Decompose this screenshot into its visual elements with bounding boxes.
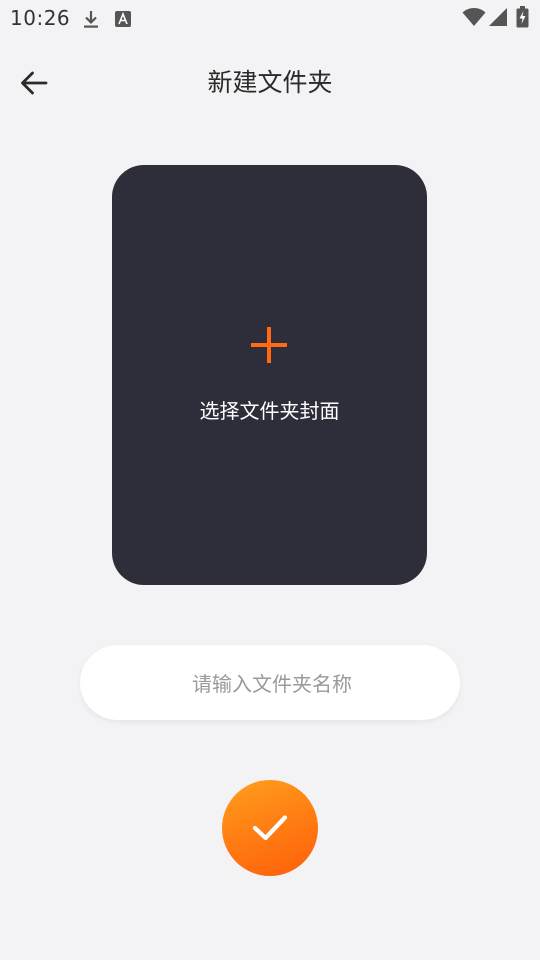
page-title: 新建文件夹	[207, 68, 333, 97]
plus-icon	[251, 327, 287, 363]
folder-name-input[interactable]	[80, 645, 464, 722]
status-time: 10:26	[10, 6, 71, 30]
check-icon	[252, 815, 288, 841]
status-bar: 10:26	[0, 0, 540, 36]
folder-name-field[interactable]	[80, 645, 464, 722]
confirm-button[interactable]	[222, 780, 318, 876]
cover-label: 选择文件夹封面	[199, 399, 340, 423]
wifi-icon	[462, 8, 486, 26]
folder-cover-picker[interactable]: 选择文件夹封面	[112, 165, 427, 585]
signal-icon	[489, 8, 507, 26]
battery-charging-icon	[516, 6, 529, 28]
download-icon	[84, 11, 98, 28]
keyboard-a-icon	[115, 11, 131, 27]
new-folder-screen: 10:26 新建文件夹 选择文件夹封面	[0, 0, 540, 960]
